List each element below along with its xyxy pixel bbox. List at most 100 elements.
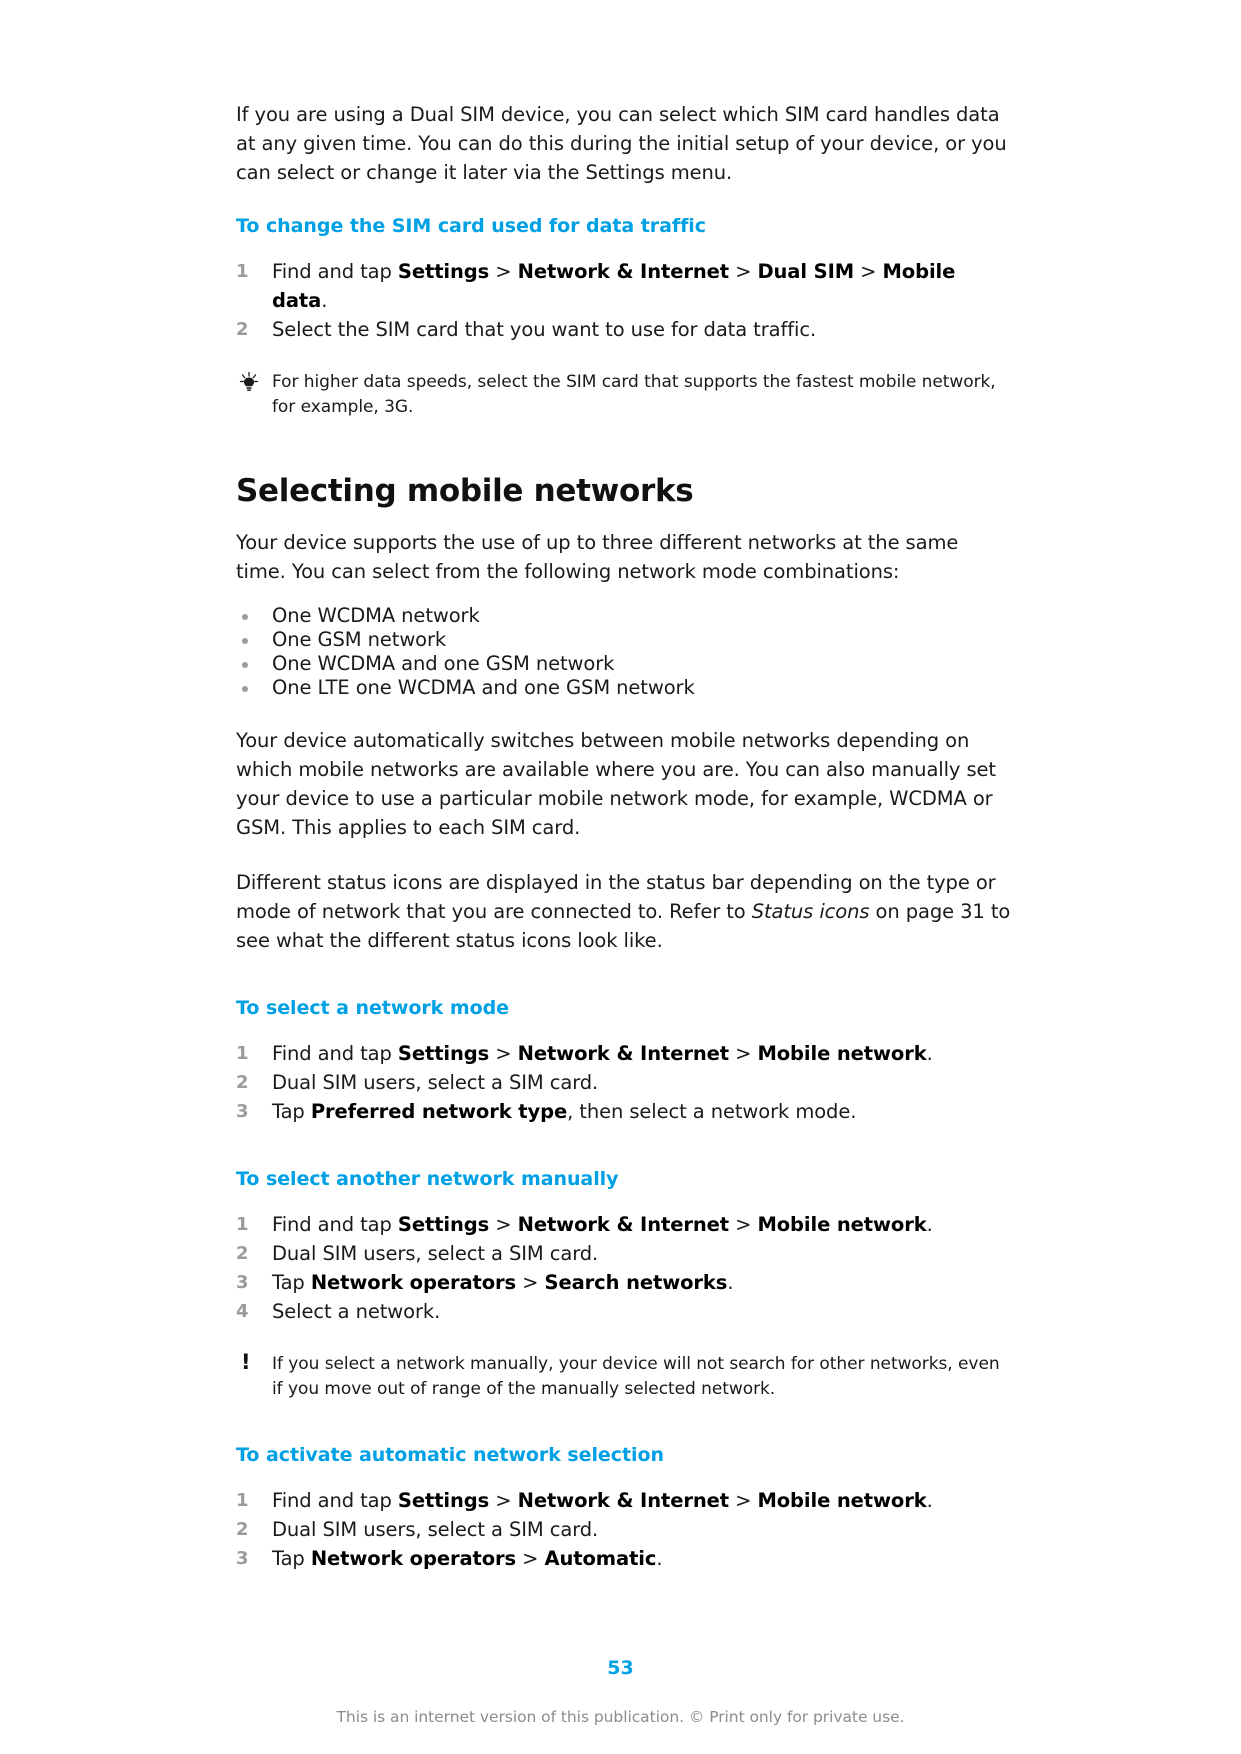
footer-note: This is an internet version of this publ… [336,1708,905,1726]
step-number: 2 [236,1243,249,1264]
page-content: If you are using a Dual SIM device, you … [236,100,1011,1573]
step-text: . [926,1213,933,1236]
step-emphasis: Network operators [310,1271,517,1294]
status-icons-reference: Status icons [751,900,870,923]
exclamation-icon: ! [236,1350,262,1378]
step-emphasis: Mobile network [757,1042,927,1065]
step-text: > [729,260,758,283]
step-item: 2 Dual SIM users, select a SIM card. [236,1515,1011,1544]
step-emphasis: Settings [397,1213,490,1236]
step-text: > [729,1489,758,1512]
step-text: > [516,1547,545,1570]
steps-change-sim-data: 1 Find and tap Settings > Network & Inter… [236,257,1011,344]
tip-text: For higher data speeds, select the SIM c… [272,372,996,417]
list-item: One WCDMA and one GSM network [236,652,1011,676]
step-item: 2 Dual SIM users, select a SIM card. [236,1239,1011,1268]
step-item: 1 Find and tap Settings > Network & Inter… [236,257,1011,315]
step-text: Tap [272,1271,311,1294]
warning-note: ! If you select a network manually, your… [236,1350,1011,1402]
step-text: Find and tap [272,1213,398,1236]
step-text: > [729,1042,758,1065]
list-item: One LTE one WCDMA and one GSM network [236,676,1011,700]
step-text: > [854,260,883,283]
step-item: 2 Dual SIM users, select a SIM card. [236,1068,1011,1097]
heading-change-sim-data: To change the SIM card used for data tra… [236,215,706,237]
network-mode-combinations-list: One WCDMA network One GSM network One WCDM… [236,604,1011,700]
step-text: Find and tap [272,260,398,283]
section-paragraph-1: Your device supports the use of up to th… [236,531,959,583]
step-number: 4 [236,1301,249,1322]
step-number: 1 [236,1490,249,1511]
step-text: . [926,1489,933,1512]
heading-automatic-network-selection: To activate automatic network selection [236,1444,664,1466]
step-text: Find and tap [272,1042,398,1065]
step-number: 2 [236,1519,249,1540]
step-text: Dual SIM users, select a SIM card. [272,1242,599,1265]
step-item: 3 Tap Preferred network type, then select… [236,1097,1011,1126]
step-text: . [727,1271,734,1294]
steps-automatic-network-selection: 1 Find and tap Settings > Network & Inter… [236,1486,1011,1573]
list-item: One GSM network [236,628,1011,652]
step-number: 2 [236,319,249,340]
step-text: Select a network. [272,1300,441,1323]
step-emphasis: Dual SIM [757,260,855,283]
page-title: Selecting mobile networks [236,473,694,509]
step-number: 1 [236,261,249,282]
step-emphasis: Settings [397,1489,490,1512]
step-number: 1 [236,1043,249,1064]
step-item: 3 Tap Network operators > Search networks… [236,1268,1011,1297]
step-text: . [656,1547,663,1570]
intro-paragraph: If you are using a Dual SIM device, you … [236,103,1007,184]
step-text: Tap [272,1547,311,1570]
step-emphasis: Settings [397,260,490,283]
heading-select-network-manually: To select another network manually [236,1168,619,1190]
page-number: 53 [607,1657,634,1679]
step-text: > [489,1042,518,1065]
step-emphasis: Mobile network [757,1213,927,1236]
step-text: Find and tap [272,1489,398,1512]
step-emphasis: Settings [397,1042,490,1065]
step-text: Dual SIM users, select a SIM card. [272,1071,599,1094]
steps-select-network-mode: 1 Find and tap Settings > Network & Inter… [236,1039,1011,1126]
warning-text: If you select a network manually, your d… [272,1354,1000,1399]
step-number: 3 [236,1101,249,1122]
lightbulb-icon [236,370,262,396]
step-text: > [489,1489,518,1512]
step-number: 3 [236,1272,249,1293]
section-paragraph-2: Your device automatically switches betwe… [236,729,996,839]
step-text: > [489,1213,518,1236]
step-emphasis: Automatic [544,1547,657,1570]
step-text: Dual SIM users, select a SIM card. [272,1518,599,1541]
list-item: One WCDMA network [236,604,1011,628]
step-item: 2 Select the SIM card that you want to us… [236,315,1011,344]
step-emphasis: Network & Internet [517,1042,729,1065]
step-number: 2 [236,1072,249,1093]
step-number: 1 [236,1214,249,1235]
step-text: Tap [272,1100,311,1123]
step-emphasis: Preferred network type [310,1100,568,1123]
step-text: Select the SIM card that you want to use… [272,318,817,341]
step-item: 4 Select a network. [236,1297,1011,1326]
step-emphasis: Network operators [310,1547,517,1570]
step-number: 3 [236,1548,249,1569]
step-text: . [926,1042,933,1065]
step-text: . [321,289,328,312]
step-emphasis: Network & Internet [517,1489,729,1512]
step-text: > [729,1213,758,1236]
document-page: If you are using a Dual SIM device, you … [0,0,1241,1754]
section-paragraph-3: Different status icons are displayed in … [236,868,1011,955]
step-emphasis: Network & Internet [517,260,729,283]
step-emphasis: Network & Internet [517,1213,729,1236]
step-item: 1 Find and tap Settings > Network & Inter… [236,1039,1011,1068]
steps-select-network-manually: 1 Find and tap Settings > Network & Inter… [236,1210,1011,1326]
step-item: 1 Find and tap Settings > Network & Inter… [236,1486,1011,1515]
step-item: 1 Find and tap Settings > Network & Inter… [236,1210,1011,1239]
step-item: 3 Tap Network operators > Automatic. [236,1544,1011,1573]
step-text: , then select a network mode. [567,1100,857,1123]
step-text: > [516,1271,545,1294]
tip-note: For higher data speeds, select the SIM c… [236,370,1011,420]
step-text: > [489,260,518,283]
exclamation-glyph: ! [241,1350,251,1374]
step-emphasis: Mobile network [757,1489,927,1512]
heading-select-network-mode: To select a network mode [236,997,509,1019]
